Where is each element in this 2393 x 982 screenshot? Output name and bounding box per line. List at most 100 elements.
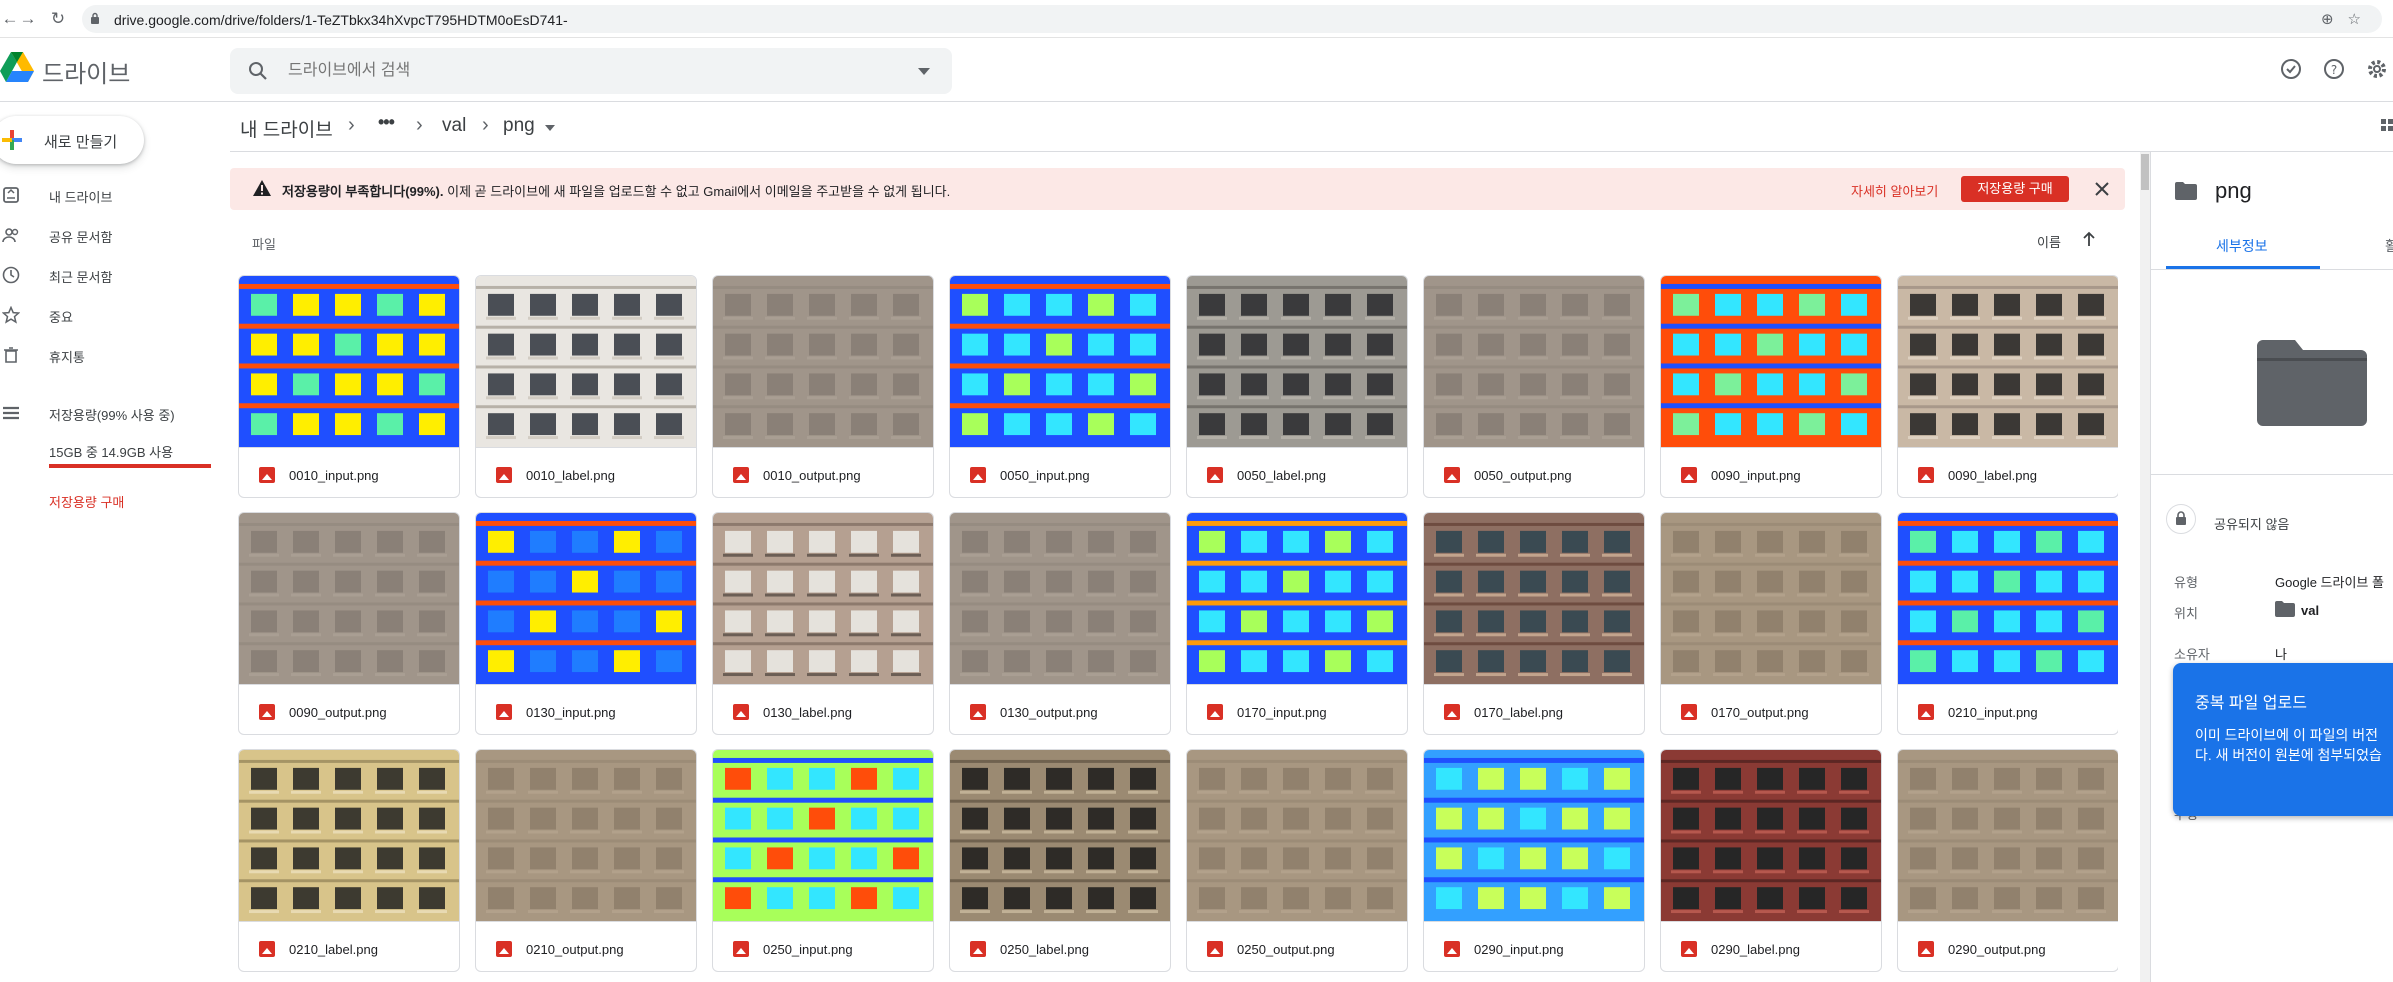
file-card[interactable]: 0010_output.png xyxy=(712,275,934,498)
file-thumbnail[interactable] xyxy=(713,276,933,448)
image-file-icon xyxy=(733,941,749,957)
file-card[interactable]: 0050_output.png xyxy=(1423,275,1645,498)
file-card[interactable]: 0130_input.png xyxy=(475,512,697,735)
file-card[interactable]: 0290_output.png xyxy=(1897,749,2118,972)
file-card[interactable]: 0090_input.png xyxy=(1660,275,1882,498)
file-thumbnail[interactable] xyxy=(950,513,1170,685)
file-thumbnail[interactable] xyxy=(1187,276,1407,448)
file-card[interactable]: 0010_input.png xyxy=(238,275,460,498)
grid-view-icon[interactable] xyxy=(2379,116,2393,134)
file-thumbnail[interactable] xyxy=(1424,750,1644,922)
learn-more-link[interactable]: 자세히 알아보기 xyxy=(1851,181,1938,200)
file-card[interactable]: 0050_label.png xyxy=(1186,275,1408,498)
file-card[interactable]: 0090_label.png xyxy=(1897,275,2118,498)
tab-details[interactable]: 세부정보 xyxy=(2216,236,2268,256)
file-thumbnail[interactable] xyxy=(950,276,1170,448)
breadcrumb-my-drive[interactable]: 내 드라이브 xyxy=(240,115,333,142)
app-title[interactable]: 드라이브 xyxy=(42,54,130,89)
bookmark-star-icon[interactable]: ⊕☆ xyxy=(2321,10,2375,28)
breadcrumb-current-folder[interactable]: png xyxy=(503,115,535,137)
file-card[interactable]: 0250_output.png xyxy=(1186,749,1408,972)
sidebar-item-shared[interactable]: 공유 문서함 xyxy=(0,220,215,250)
folder-menu-dropdown-icon[interactable] xyxy=(545,125,555,131)
settings-gear-icon[interactable] xyxy=(2364,56,2390,82)
file-thumbnail[interactable] xyxy=(476,276,696,448)
search-bar[interactable] xyxy=(230,48,952,94)
file-card[interactable]: 0170_input.png xyxy=(1186,512,1408,735)
file-card[interactable]: 0290_input.png xyxy=(1423,749,1645,972)
sidebar-item-my-drive[interactable]: 내 드라이브 xyxy=(0,180,215,210)
file-thumbnail[interactable] xyxy=(1661,513,1881,685)
property-key: 소유자 xyxy=(2174,647,2210,662)
trash-icon xyxy=(4,347,18,363)
file-thumbnail[interactable] xyxy=(950,750,1170,922)
duplicate-upload-toast[interactable]: 중복 파일 업로드 이미 드라이브에 이 파일의 버전 다. 새 버전이 원본에… xyxy=(2173,663,2393,816)
file-card[interactable]: 0010_label.png xyxy=(475,275,697,498)
buy-storage-link[interactable]: 저장용량 구매 xyxy=(49,492,124,511)
scrollbar[interactable] xyxy=(2140,152,2150,982)
file-thumbnail[interactable] xyxy=(1898,276,2118,448)
forward-icon[interactable]: → xyxy=(18,9,38,29)
buy-storage-button[interactable]: 저장용량 구매 xyxy=(1961,176,2069,202)
file-thumbnail[interactable] xyxy=(239,513,459,685)
file-thumbnail[interactable] xyxy=(1661,750,1881,922)
file-card[interactable]: 0130_label.png xyxy=(712,512,934,735)
file-thumbnail[interactable] xyxy=(713,750,933,922)
plus-icon xyxy=(2,130,22,150)
sort-ascending-arrow-icon[interactable] xyxy=(2081,230,2097,248)
file-thumbnail[interactable] xyxy=(1187,513,1407,685)
sidebar-item-recent[interactable]: 최근 문서함 xyxy=(0,260,215,290)
offline-check-icon[interactable] xyxy=(2278,56,2304,82)
file-thumbnail[interactable] xyxy=(1661,276,1881,448)
new-button[interactable]: 새로 만들기 xyxy=(0,116,144,164)
file-card[interactable]: 0210_label.png xyxy=(238,749,460,972)
file-thumbnail[interactable] xyxy=(1898,750,2118,922)
file-card[interactable]: 0130_output.png xyxy=(949,512,1171,735)
url-text[interactable]: drive.google.com/drive/folders/1-TeZTbkx… xyxy=(114,12,568,28)
back-icon[interactable]: ← xyxy=(0,9,20,29)
tab-activity[interactable]: 활 xyxy=(2385,236,2393,256)
search-input[interactable] xyxy=(288,48,848,94)
sidebar-item-starred[interactable]: 중요 xyxy=(0,300,215,330)
file-thumbnail[interactable] xyxy=(476,750,696,922)
file-thumbnail[interactable] xyxy=(713,513,933,685)
file-thumbnail[interactable] xyxy=(1424,513,1644,685)
scrollbar-thumb[interactable] xyxy=(2141,154,2149,190)
file-thumbnail[interactable] xyxy=(239,750,459,922)
file-thumbnail[interactable] xyxy=(1187,750,1407,922)
file-card[interactable]: 0290_label.png xyxy=(1660,749,1882,972)
sort-by-name-button[interactable]: 이름 xyxy=(2037,232,2061,251)
breadcrumb-more[interactable]: ••• xyxy=(378,112,395,133)
image-file-icon xyxy=(259,704,275,720)
file-card[interactable]: 0250_input.png xyxy=(712,749,934,972)
file-card[interactable]: 0170_output.png xyxy=(1660,512,1882,735)
my-drive-icon xyxy=(3,187,19,203)
file-thumbnail[interactable] xyxy=(239,276,459,448)
location-link[interactable]: val xyxy=(2301,603,2319,618)
sidebar-item-label: 공유 문서함 xyxy=(49,230,113,245)
alert-body-text: 이제 곧 드라이브에 새 파일을 업로드할 수 없고 Gmail에서 이메일을 … xyxy=(443,184,951,199)
reload-icon[interactable]: ↻ xyxy=(48,9,68,29)
sidebar-item-storage[interactable]: 저장용량(99% 사용 중) xyxy=(0,398,215,428)
close-icon[interactable] xyxy=(2092,179,2112,199)
file-card[interactable]: 0210_input.png xyxy=(1897,512,2118,735)
file-thumbnail[interactable] xyxy=(1898,513,2118,685)
file-name: 0290_input.png xyxy=(1474,942,1564,957)
sidebar-item-trash[interactable]: 휴지통 xyxy=(0,340,215,370)
location-folder-icon xyxy=(2275,601,2295,617)
search-icon[interactable] xyxy=(248,61,268,81)
file-thumbnail[interactable] xyxy=(476,513,696,685)
tab-divider xyxy=(2151,269,2393,270)
file-thumbnail[interactable] xyxy=(1424,276,1644,448)
file-card[interactable]: 0250_label.png xyxy=(949,749,1171,972)
breadcrumb-val[interactable]: val xyxy=(442,115,466,137)
file-card[interactable]: 0170_label.png xyxy=(1423,512,1645,735)
file-card[interactable]: 0050_input.png xyxy=(949,275,1171,498)
help-icon[interactable]: ? xyxy=(2321,56,2347,82)
drive-logo-icon[interactable] xyxy=(0,52,34,82)
file-card[interactable]: 0210_output.png xyxy=(475,749,697,972)
file-card[interactable]: 0090_output.png xyxy=(238,512,460,735)
shared-icon xyxy=(2,228,19,243)
search-options-icon[interactable] xyxy=(918,68,930,75)
image-file-icon xyxy=(496,704,512,720)
